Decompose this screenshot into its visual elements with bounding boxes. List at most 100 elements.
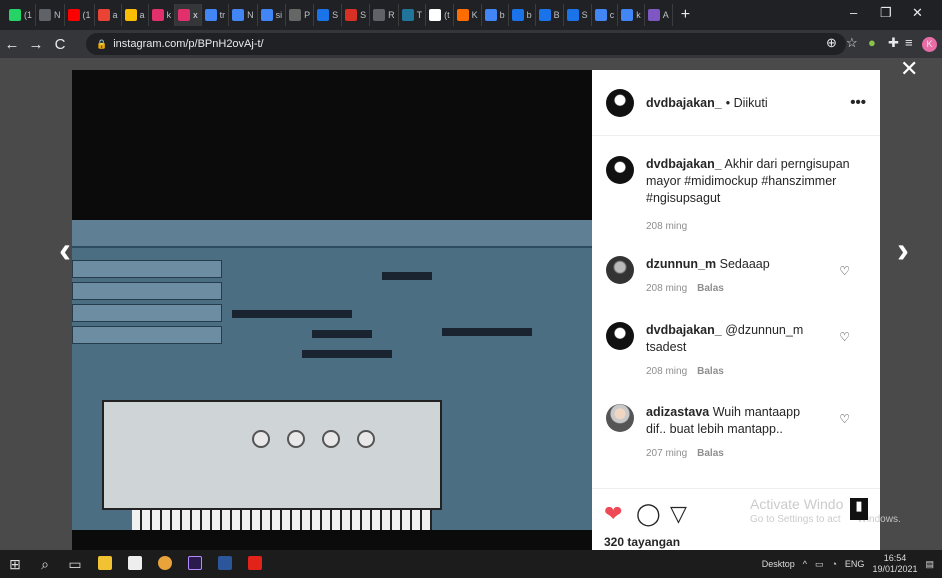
comment-item: adizastava Wuih mantaapp dif.. buat lebi…	[606, 404, 866, 459]
next-post-arrow[interactable]: ›	[888, 230, 918, 270]
comment-username[interactable]: dzunnun_m	[646, 257, 716, 271]
comment-bubble-icon[interactable]: ◯	[636, 501, 661, 527]
post-username[interactable]: dvdbajakan_	[646, 96, 722, 110]
desktop-toolbar-label[interactable]: Desktop	[762, 559, 795, 569]
file-explorer-icon[interactable]	[90, 555, 120, 573]
bookmark-star-icon[interactable]: ☆	[846, 35, 858, 51]
browser-tab[interactable]: N	[36, 4, 65, 26]
wifi-icon[interactable]: ◔	[831, 559, 836, 569]
reload-button[interactable]: C	[48, 36, 72, 53]
browser-tab[interactable]: tr	[202, 4, 230, 26]
follow-status[interactable]: • Diikuti	[726, 96, 768, 110]
comment-time[interactable]: 208 ming	[646, 283, 687, 294]
like-comment-icon[interactable]: ♡	[839, 412, 850, 426]
tab-label: a	[112, 10, 118, 20]
browser-tab[interactable]: S	[342, 4, 371, 26]
store-icon[interactable]	[120, 555, 150, 573]
reply-button[interactable]: Balas	[697, 448, 724, 459]
share-send-icon[interactable]: ▽	[670, 501, 687, 527]
tab-favicon-icon	[511, 9, 524, 21]
tab-favicon-icon	[9, 9, 21, 21]
extensions-puzzle-icon[interactable]: ✚	[888, 35, 899, 51]
avatar[interactable]	[606, 256, 634, 284]
comment-time[interactable]: 207 ming	[646, 448, 687, 459]
extension-icon[interactable]: ●	[868, 35, 876, 50]
browser-tab[interactable]: x	[175, 4, 202, 26]
tray-chevron-icon[interactable]: ^	[803, 559, 807, 569]
premiere-icon[interactable]	[180, 555, 210, 573]
browser-tab[interactable]: a	[122, 4, 149, 26]
avatar[interactable]	[606, 156, 634, 184]
post-video[interactable]	[72, 70, 592, 550]
browser-tab[interactable]: (t	[426, 4, 454, 26]
browser-tab[interactable]: B	[536, 4, 564, 26]
avatar[interactable]	[606, 322, 634, 350]
task-view-icon[interactable]: ▭	[60, 556, 90, 573]
back-button[interactable]: ←	[0, 36, 24, 53]
avatar[interactable]	[606, 404, 634, 432]
browser-tab[interactable]: k	[149, 4, 176, 26]
tab-favicon-icon	[401, 9, 414, 21]
clock[interactable]: 16:54 19/01/2021	[872, 553, 917, 575]
zoom-icon[interactable]: ⊕	[826, 35, 837, 51]
browser-tab[interactable]: a	[95, 4, 122, 26]
browser-tab[interactable]: b	[509, 4, 536, 26]
tab-label: N	[247, 10, 254, 20]
browser-tab[interactable]: R	[370, 4, 399, 26]
close-modal-button[interactable]: ✕	[900, 56, 918, 82]
piano-keys	[132, 510, 432, 530]
caption-time[interactable]: 208 ming	[646, 221, 687, 232]
browser-tab[interactable]: K	[454, 4, 482, 26]
browser-tab[interactable]: (1	[65, 4, 95, 26]
maximize-button[interactable]: ❐	[880, 5, 892, 21]
search-icon[interactable]: ⌕	[30, 556, 60, 573]
browser-tab[interactable]: P	[286, 4, 315, 26]
browser-tab[interactable]: b	[482, 4, 509, 26]
browser-tab[interactable]: A	[645, 4, 673, 26]
browser-toolbar: ← → C 🔒 instagram.com/p/BPnH2ovAj-t/	[0, 30, 942, 58]
comment-time[interactable]: 208 ming	[646, 366, 687, 377]
tab-favicon-icon	[178, 9, 191, 21]
chrome-icon[interactable]	[150, 555, 180, 573]
browser-tab[interactable]: si	[258, 4, 287, 26]
browser-tab[interactable]: S	[564, 4, 592, 26]
forward-button[interactable]: →	[24, 36, 48, 53]
reply-button[interactable]: Balas	[697, 366, 724, 377]
close-window-button[interactable]: ✕	[912, 5, 923, 21]
reading-list-icon[interactable]: ≡	[905, 35, 913, 50]
bookmark-save-icon[interactable]: ▮	[850, 498, 868, 520]
browser-tab[interactable]: (1	[6, 4, 37, 26]
tab-label: a	[139, 10, 145, 20]
tab-label: T	[416, 10, 423, 20]
tab-favicon-icon	[260, 9, 273, 21]
comment-username[interactable]: dvdbajakan_	[646, 323, 722, 337]
tab-label: b	[526, 10, 532, 20]
more-options-button[interactable]: •••	[850, 94, 866, 111]
browser-tab[interactable]: c	[592, 4, 619, 26]
browser-tab[interactable]: k	[618, 4, 645, 26]
like-comment-icon[interactable]: ♡	[839, 330, 850, 344]
browser-tab[interactable]: T	[399, 4, 427, 26]
browser-tab[interactable]: N	[229, 4, 258, 26]
like-comment-icon[interactable]: ♡	[839, 264, 850, 278]
word-icon[interactable]	[210, 555, 240, 573]
caption-username[interactable]: dvdbajakan_	[646, 157, 722, 171]
start-windows-icon[interactable]: ⊞	[0, 556, 30, 573]
tab-label: A	[662, 10, 669, 20]
notification-icon[interactable]: ▤	[925, 559, 934, 570]
comment-username[interactable]: adizastava	[646, 405, 709, 419]
like-heart-icon[interactable]: ❤	[604, 501, 622, 527]
reply-button[interactable]: Balas	[697, 283, 724, 294]
browser-tab[interactable]: S	[314, 4, 343, 26]
tab-favicon-icon	[232, 9, 245, 21]
minimize-button[interactable]: –	[850, 5, 857, 20]
address-bar[interactable]: 🔒 instagram.com/p/BPnH2ovAj-t/	[86, 33, 846, 55]
language-indicator[interactable]: ENG	[845, 559, 865, 569]
system-tray: Desktop ^ ▭ ◔ ENG 16:54 19/01/2021 ▤	[762, 550, 934, 578]
avatar[interactable]	[606, 88, 634, 117]
battery-icon[interactable]: ▭	[815, 559, 824, 570]
view-count[interactable]: 320 tayangan	[604, 535, 680, 549]
profile-avatar[interactable]: K	[922, 37, 937, 52]
acrobat-icon[interactable]	[240, 555, 270, 573]
new-tab-button[interactable]: +	[681, 6, 690, 24]
